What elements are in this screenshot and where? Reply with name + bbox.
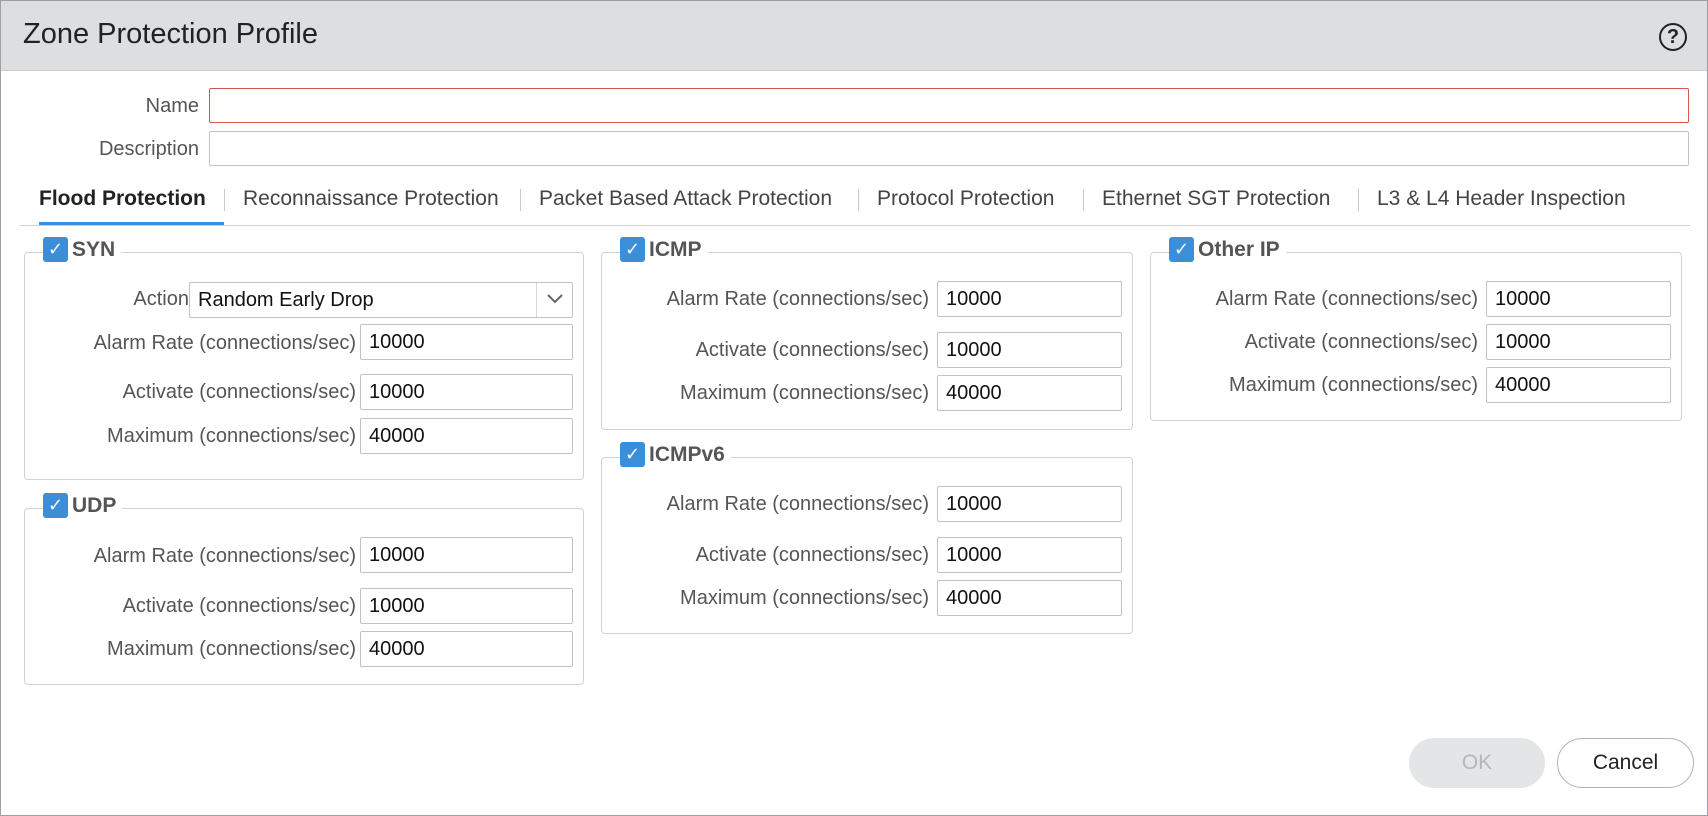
icmpv6-activate-input[interactable] <box>937 537 1122 573</box>
udp-maximum-label: Maximum (connections/sec) <box>107 638 356 660</box>
syn-alarm-rate-label: Alarm Rate (connections/sec) <box>93 332 356 354</box>
icmpv6-group: ✓ ICMPv6 Alarm Rate (connections/sec) Ac… <box>601 442 1133 634</box>
icmpv6-activate-label: Activate (connections/sec) <box>695 544 929 566</box>
icmpv6-alarm-rate-label: Alarm Rate (connections/sec) <box>666 493 929 515</box>
icmp-group: ✓ ICMP Alarm Rate (connections/sec) Acti… <box>601 237 1133 430</box>
icmpv6-maximum-label: Maximum (connections/sec) <box>680 587 929 609</box>
syn-legend: ✓ SYN <box>43 237 122 262</box>
icmp-activate-label: Activate (connections/sec) <box>695 339 929 361</box>
other-ip-group: ✓ Other IP Alarm Rate (connections/sec) … <box>1150 237 1682 421</box>
udp-maximum-input[interactable] <box>360 631 573 667</box>
udp-checkbox[interactable]: ✓ <box>43 493 68 518</box>
udp-activate-input[interactable] <box>360 588 573 624</box>
tab-l3-l4-header-inspection[interactable]: L3 & L4 Header Inspection <box>1377 181 1626 225</box>
icmp-alarm-rate-label: Alarm Rate (connections/sec) <box>666 288 929 310</box>
tab-packet-based-attack-protection[interactable]: Packet Based Attack Protection <box>539 181 832 225</box>
tab-separator <box>1358 189 1359 211</box>
tab-separator <box>520 189 521 211</box>
other-ip-checkbox[interactable]: ✓ <box>1169 237 1194 262</box>
icmpv6-legend: ✓ ICMPv6 <box>620 442 731 467</box>
dialog-title-bar: Zone Protection Profile ? <box>1 1 1707 71</box>
udp-alarm-rate-input[interactable] <box>360 537 573 573</box>
syn-alarm-rate-input[interactable] <box>360 324 573 360</box>
syn-action-value: Random Early Drop <box>198 289 374 311</box>
tab-separator <box>224 189 225 211</box>
ok-button[interactable]: OK <box>1409 738 1545 788</box>
tab-ethernet-sgt-protection[interactable]: Ethernet SGT Protection <box>1102 181 1330 225</box>
icmpv6-label: ICMPv6 <box>649 442 725 466</box>
icmp-label: ICMP <box>649 237 702 261</box>
question-circle-icon[interactable]: ? <box>1659 23 1687 51</box>
dialog-title: Zone Protection Profile <box>23 18 318 50</box>
tab-flood-protection[interactable]: Flood Protection <box>39 181 224 225</box>
icmpv6-checkbox[interactable]: ✓ <box>620 442 645 467</box>
tab-separator <box>858 189 859 211</box>
syn-action-label: Action <box>133 288 189 310</box>
syn-action-select[interactable]: Random Early Drop <box>189 282 573 318</box>
udp-legend: ✓ UDP <box>43 493 123 518</box>
other-ip-alarm-rate-label: Alarm Rate (connections/sec) <box>1215 288 1478 310</box>
syn-activate-label: Activate (connections/sec) <box>122 381 356 403</box>
description-input[interactable] <box>209 131 1689 166</box>
other-ip-maximum-label: Maximum (connections/sec) <box>1229 374 1478 396</box>
syn-maximum-input[interactable] <box>360 418 573 454</box>
tab-bar: Flood Protection Reconnaissance Protecti… <box>20 181 1690 226</box>
cancel-button[interactable]: Cancel <box>1557 738 1694 788</box>
name-input[interactable] <box>209 88 1689 123</box>
udp-activate-label: Activate (connections/sec) <box>122 595 356 617</box>
zone-protection-dialog: Zone Protection Profile ? Name Descripti… <box>0 0 1708 816</box>
syn-activate-input[interactable] <box>360 374 573 410</box>
icmp-alarm-rate-input[interactable] <box>937 281 1122 317</box>
syn-group: ✓ SYN Action Random Early Drop Alarm Rat… <box>24 237 584 480</box>
icmpv6-maximum-input[interactable] <box>937 580 1122 616</box>
icmpv6-alarm-rate-input[interactable] <box>937 486 1122 522</box>
icmp-maximum-input[interactable] <box>937 375 1122 411</box>
other-ip-legend: ✓ Other IP <box>1169 237 1286 262</box>
tab-reconnaissance-protection[interactable]: Reconnaissance Protection <box>243 181 499 225</box>
chevron-down-icon[interactable] <box>536 283 572 317</box>
other-ip-activate-input[interactable] <box>1486 324 1671 360</box>
tab-protocol-protection[interactable]: Protocol Protection <box>877 181 1054 225</box>
icmp-checkbox[interactable]: ✓ <box>620 237 645 262</box>
icmp-legend: ✓ ICMP <box>620 237 708 262</box>
udp-label: UDP <box>72 493 117 517</box>
other-ip-maximum-input[interactable] <box>1486 367 1671 403</box>
syn-label: SYN <box>72 237 116 261</box>
udp-alarm-rate-label: Alarm Rate (connections/sec) <box>93 545 356 567</box>
syn-checkbox[interactable]: ✓ <box>43 237 68 262</box>
other-ip-label: Other IP <box>1198 237 1280 261</box>
tab-separator <box>1083 189 1084 211</box>
other-ip-activate-label: Activate (connections/sec) <box>1244 331 1478 353</box>
icmp-maximum-label: Maximum (connections/sec) <box>680 382 929 404</box>
name-label: Name <box>145 95 199 117</box>
udp-group: ✓ UDP Alarm Rate (connections/sec) Activ… <box>24 493 584 685</box>
syn-maximum-label: Maximum (connections/sec) <box>107 425 356 447</box>
description-label: Description <box>98 138 199 160</box>
other-ip-alarm-rate-input[interactable] <box>1486 281 1671 317</box>
icmp-activate-input[interactable] <box>937 332 1122 368</box>
